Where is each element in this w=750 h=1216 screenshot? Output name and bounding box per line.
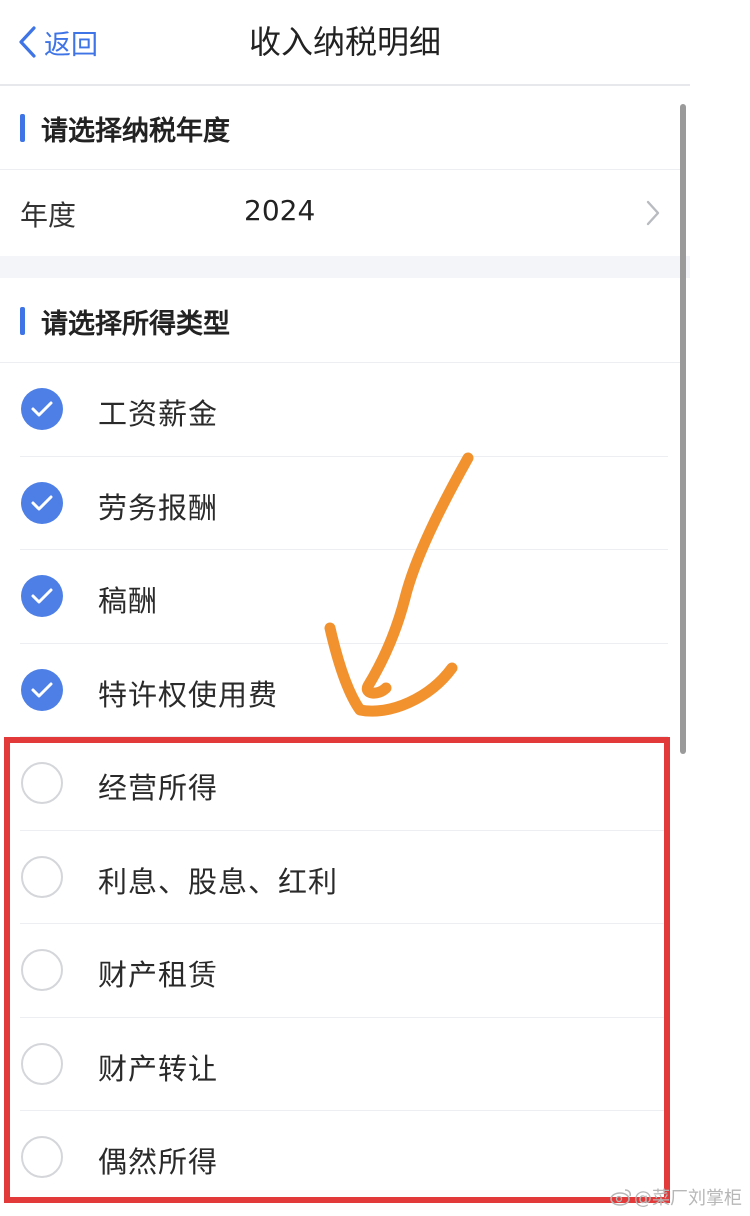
checkbox-checked-icon[interactable] xyxy=(21,668,63,711)
checkbox-checked-icon[interactable] xyxy=(21,481,63,524)
section-gap xyxy=(0,256,690,278)
income-type-label: 特许权使用费 xyxy=(98,677,279,712)
income-type-label: 稿酬 xyxy=(98,584,159,618)
weibo-logo-icon xyxy=(610,1189,631,1206)
section-heading-tax-year: 请选择纳税年度 xyxy=(0,88,680,168)
tax-year-row[interactable]: 年度 2024 xyxy=(0,170,680,256)
checkbox-checked-icon[interactable] xyxy=(21,575,63,617)
income-type-option[interactable]: 工资薪金 xyxy=(0,363,668,456)
checkmark-icon xyxy=(31,588,53,604)
accent-bar xyxy=(20,307,25,335)
checkmark-icon xyxy=(31,495,53,510)
income-type-label: 工资薪金 xyxy=(98,397,219,431)
section-heading-text: 请选择所得类型 xyxy=(41,308,230,340)
section-heading-income-type: 请选择所得类型 xyxy=(0,281,680,361)
checkbox-checked-icon[interactable] xyxy=(21,388,63,430)
checkmark-icon xyxy=(31,401,53,417)
income-type-label: 劳务报酬 xyxy=(98,490,219,525)
watermark-text: @菜厂刘掌柜 xyxy=(634,1188,742,1209)
accent-bar xyxy=(20,114,25,142)
page-title: 收入纳税明细 xyxy=(248,23,441,61)
tax-year-value: 2024 xyxy=(244,194,316,227)
tax-year-label: 年度 xyxy=(20,199,77,232)
watermark: @菜厂刘掌柜 xyxy=(610,1184,742,1210)
checkmark-icon xyxy=(31,682,53,697)
chevron-right-icon xyxy=(646,200,660,226)
scrollbar[interactable] xyxy=(680,104,686,754)
nav-header: 返回 收入纳税明细 xyxy=(0,0,690,86)
section-heading-text: 请选择纳税年度 xyxy=(41,115,230,147)
highlight-box xyxy=(4,737,670,1203)
hand-drawn-arrow-icon xyxy=(324,452,474,717)
